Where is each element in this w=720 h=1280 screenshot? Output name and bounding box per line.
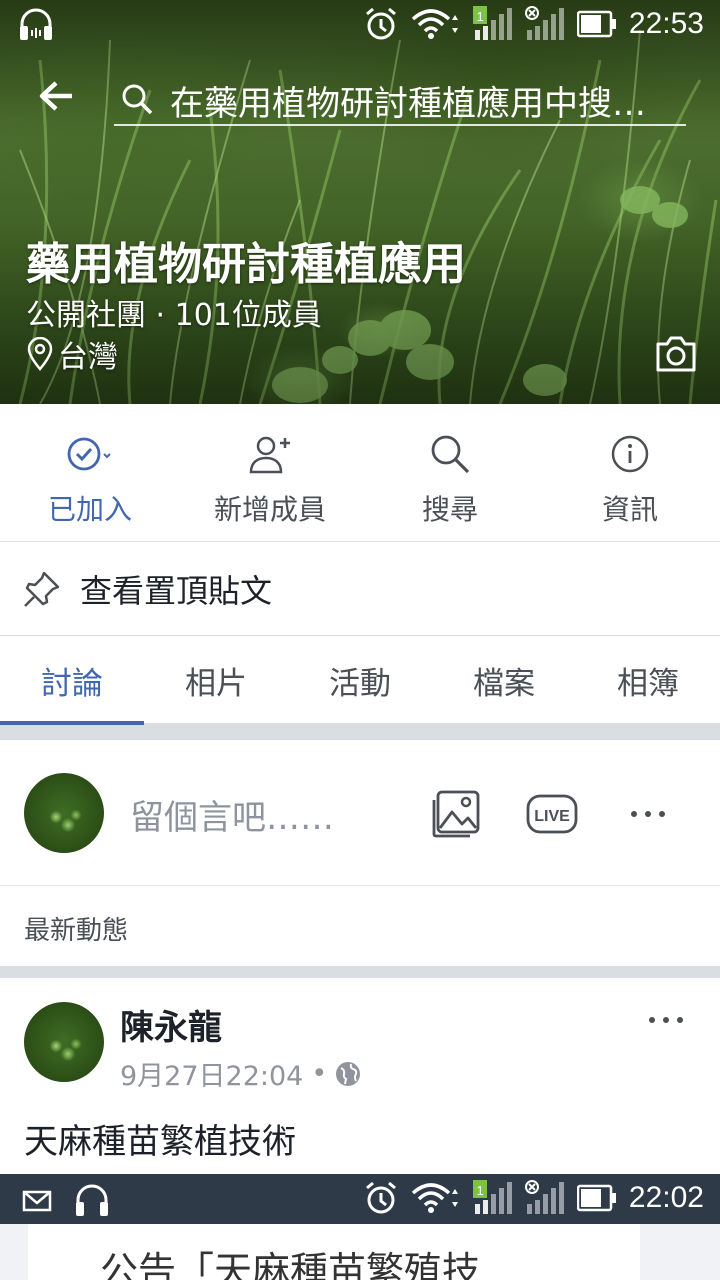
post-options-button[interactable] — [648, 1006, 684, 1034]
check-circle-icon — [67, 437, 111, 471]
svg-text:1: 1 — [476, 1183, 483, 1198]
tab-events[interactable]: 活動 — [288, 636, 432, 724]
add-members-button[interactable]: 新增成員 — [180, 404, 360, 541]
back-button[interactable] — [36, 76, 76, 116]
feed-header-label: 最新動態 — [24, 916, 129, 946]
headset-icon — [20, 8, 52, 40]
more-options-button[interactable] — [630, 796, 666, 832]
composer-input[interactable]: 留個言吧…… — [130, 790, 334, 839]
search-label: 搜尋 — [421, 493, 478, 526]
meta-separator: • — [311, 1058, 328, 1089]
mail-icon — [22, 1190, 52, 1212]
change-cover-button[interactable] — [654, 334, 698, 374]
group-name: 藥用植物研討種植應用 — [26, 239, 466, 290]
group-tabs: 討論 相片 活動 檔案 相簿 — [0, 636, 720, 725]
alarm-icon — [365, 7, 396, 40]
group-location: 台灣 — [26, 332, 118, 376]
search-icon — [122, 84, 153, 115]
post-author[interactable]: 陳永龍 — [120, 1000, 222, 1049]
tab-discussion[interactable]: 討論 — [0, 636, 144, 725]
post-text: 天麻種苗繁植技術 — [24, 1122, 296, 1162]
avatar[interactable] — [24, 1002, 104, 1082]
battery-icon — [576, 1184, 616, 1212]
location-pin-icon — [27, 337, 53, 371]
group-privacy-members[interactable]: 公開社團 · 101位成員 — [26, 290, 322, 334]
pin-icon — [24, 571, 60, 607]
embedded-status-bar: 1 22:02 — [0, 1174, 720, 1224]
more-dots-icon — [649, 1017, 683, 1023]
post-meta: 9月27日22:04 • — [120, 1054, 361, 1093]
info-button[interactable]: 資訊 — [540, 404, 720, 541]
signal-sim1-icon: 1 — [472, 6, 512, 40]
camera-icon — [656, 336, 696, 372]
more-dots-icon — [631, 811, 665, 817]
status-time: 22:53 — [628, 7, 704, 40]
photo-icon — [432, 790, 480, 838]
battery-icon — [576, 10, 616, 38]
tab-photos[interactable]: 相片 — [144, 636, 288, 724]
info-label: 資訊 — [601, 493, 658, 526]
embedded-status-time: 22:02 — [628, 1181, 704, 1214]
wifi-icon — [411, 9, 458, 39]
feed-header: 最新動態 — [0, 886, 720, 966]
group-search-input[interactable]: 在藥用植物研討種植應用中搜… — [114, 70, 686, 126]
search-icon — [431, 435, 470, 474]
group-actions-row: 已加入 新增成員 搜尋 資訊 — [0, 404, 720, 542]
svg-text:LIVE: LIVE — [534, 808, 570, 825]
wifi-icon — [411, 1183, 458, 1213]
post-composer: 留個言吧…… LIVE — [0, 740, 720, 886]
live-icon: LIVE — [526, 794, 578, 834]
pinned-posts-link[interactable]: 查看置頂貼文 — [0, 542, 720, 636]
embedded-text: 公告「天麻種苗繁殖技 — [100, 1249, 481, 1280]
status-bar: 1 22:53 — [0, 0, 720, 50]
tab-files[interactable]: 檔案 — [432, 636, 576, 724]
signal-sim2-icon — [524, 1180, 564, 1214]
post-attached-image[interactable]: 1 22:02 公告「天麻種苗繁殖技 — [0, 1174, 720, 1280]
joined-label: 已加入 — [47, 493, 132, 526]
top-search-bar: 在藥用植物研討種植應用中搜… — [0, 60, 720, 130]
add-person-icon — [249, 436, 290, 474]
info-icon — [611, 435, 649, 473]
group-location-text: 台灣 — [58, 340, 118, 375]
add-photo-button[interactable] — [430, 788, 482, 840]
signal-sim1-icon: 1 — [472, 1180, 512, 1214]
joined-button[interactable]: 已加入 — [0, 404, 180, 541]
tab-albums[interactable]: 相簿 — [576, 636, 720, 724]
svg-text:1: 1 — [476, 9, 483, 24]
signal-sim2-icon — [524, 6, 564, 40]
search-group-button[interactable]: 搜尋 — [360, 404, 540, 541]
alarm-icon — [365, 1181, 396, 1214]
post-timestamp[interactable]: 9月27日22:04 — [120, 1054, 303, 1093]
pinned-posts-label: 查看置頂貼文 — [80, 571, 273, 610]
search-placeholder: 在藥用植物研討種植應用中搜… — [170, 84, 646, 124]
headset-icon — [76, 1184, 108, 1216]
avatar[interactable] — [24, 773, 104, 853]
globe-icon — [336, 1061, 361, 1086]
feed-post: 陳永龍 9月27日22:04 • 天麻種苗繁植技術 — [0, 978, 720, 1174]
add-members-label: 新增成員 — [213, 493, 326, 526]
back-arrow-icon — [39, 81, 72, 111]
go-live-button[interactable]: LIVE — [526, 792, 578, 836]
